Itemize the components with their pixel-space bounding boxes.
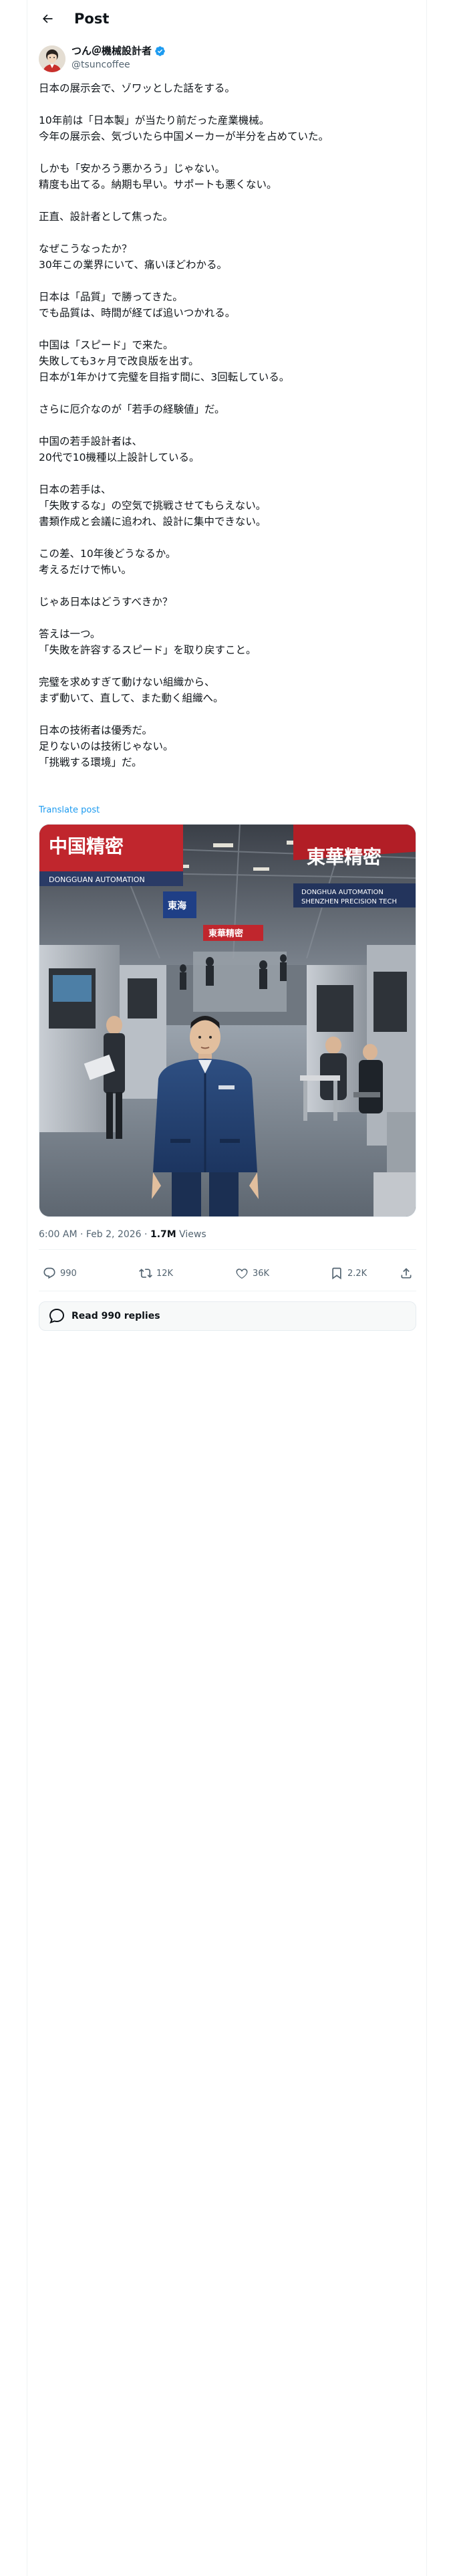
- post-paragraph: 完璧を求めすぎて動けない組織から、 まず動いて、直して、また動く組織へ。: [39, 674, 416, 706]
- post-line: この差、10年後どうなるか。: [39, 548, 176, 560]
- post-line: 日本が1年かけて完璧を目指す間に、3回転している。: [39, 371, 290, 383]
- timeline-column: Post つん＠機械設計者 @tsuncoffee 日本の展示会で、ゾワッとした…: [27, 0, 427, 2576]
- post-line: でも品質は、時間が経てば追いつかれる。: [39, 307, 236, 319]
- read-replies-button[interactable]: Read 990 replies: [39, 1301, 416, 1331]
- bookmark-icon: [332, 1267, 341, 1280]
- post-header: Post: [27, 0, 426, 37]
- post-paragraph: 日本は「品質」で勝ってきた。でも品質は、時間が経てば追いつかれる。: [39, 289, 416, 321]
- post-paragraph: 日本の展示会で、ゾワッとした話をする。: [39, 80, 416, 96]
- banner-center: 東華精密: [208, 928, 243, 939]
- bookmark-button[interactable]: 2.2K: [330, 1257, 367, 1289]
- views-label: Views: [179, 1229, 206, 1240]
- post-line: 完璧を求めすぎて動けない組織から、: [39, 676, 215, 688]
- post-photo[interactable]: 中国精密 DONGGUAN AUTOMATION 東華精密 DONGHUA AU…: [39, 824, 416, 1217]
- read-replies-label: Read 990 replies: [71, 1311, 160, 1321]
- author-name-text[interactable]: つん＠機械設計者: [71, 44, 152, 58]
- post-paragraph: さらに厄介なのが「若手の経験値」だ。: [39, 401, 416, 417]
- banner-left-subtitle: DONGGUAN AUTOMATION: [49, 875, 145, 884]
- speech-bubble-icon: [49, 1308, 65, 1324]
- post-line: 「失敗するな」の空気で挑戦させてもらえない。: [39, 500, 267, 512]
- post-line: じゃあ日本はどうすべきか？: [39, 596, 173, 608]
- reply-count: 990: [60, 1268, 77, 1279]
- repost-icon: [139, 1269, 152, 1278]
- post-line: 「挑戦する環境」だ。: [39, 756, 142, 768]
- page-title: Post: [74, 11, 110, 27]
- meta-separator: ·: [144, 1229, 150, 1240]
- post-paragraph: なぜこうなったか？ 30年この業界にいて、痛いほどわかる。: [39, 241, 416, 273]
- post-line: 足りないのは技術じゃない。: [39, 740, 174, 752]
- post-paragraph: 中国の若手設計者は、 20代で10機種以上設計している。: [39, 433, 416, 465]
- post-text: 日本の展示会で、ゾワッとした話をする。 10年前は「日本製」が当たり前だった産業機…: [39, 80, 416, 786]
- verified-badge-icon: [155, 45, 165, 56]
- post-paragraph: この差、10年後どうなるか。 考えるだけで怖い。: [39, 546, 416, 578]
- post-line: まず動いて、直して、また動く組織へ。: [39, 692, 224, 704]
- post-line: さらに厄介なのが「若手の経験値」だ。: [39, 403, 225, 415]
- post-line: 正直、設計者として焦った。: [39, 211, 174, 223]
- avatar[interactable]: [39, 45, 65, 72]
- post-meta: 6:00 AM · Feb 2, 2026 · 1.7M Views: [39, 1228, 206, 1241]
- divider: [39, 1249, 416, 1250]
- post-paragraph: 10年前は「日本製」が当たり前だった産業機械。今年の展示会、気づいたら中国メーカ…: [39, 112, 416, 144]
- banner-right-subtitle: DONGHUA AUTOMATION: [301, 889, 384, 896]
- post-line: 日本の技術者は優秀だ。: [39, 724, 153, 736]
- post-line: 10年前は「日本製」が当たり前だった産業機械。: [39, 114, 270, 126]
- post-line: 精度も出てる。納期も早い。サポートも悪くない。: [39, 179, 277, 191]
- post-line: 日本の若手は、: [39, 484, 112, 496]
- reply-icon: [43, 1267, 55, 1279]
- author-handle[interactable]: @tsuncoffee: [71, 58, 130, 72]
- views-count: 1.7M: [150, 1229, 176, 1240]
- banner-blue: 東海: [168, 900, 186, 911]
- heart-icon: [236, 1269, 248, 1279]
- repost-button[interactable]: 12K: [139, 1257, 173, 1289]
- post-paragraph: しかも「安かろう悪かろう」じゃない。精度も出てる。納期も早い。サポートも悪くない…: [39, 160, 416, 193]
- post-line: 今年の展示会、気づいたら中国メーカーが半分を占めていた。: [39, 130, 329, 142]
- post-line: 中国は「スピード」で来た。: [39, 339, 174, 351]
- post-paragraph: 正直、設計者として焦った。: [39, 209, 416, 225]
- action-bar: 990 12K 36K 2.2K: [39, 1257, 416, 1289]
- meta-separator: ·: [80, 1229, 86, 1240]
- reply-button[interactable]: 990: [43, 1257, 77, 1289]
- post-paragraph: 答えは一つ。「失敗を許容するスピード」を取り戻すこと。: [39, 626, 416, 658]
- post-line: しかも「安かろう悪かろう」じゃない。: [39, 163, 226, 175]
- post-paragraph: 日本の技術者は優秀だ。足りないのは技術じゃない。 「挑戦する環境」だ。: [39, 722, 416, 770]
- arrow-left-icon: [43, 14, 53, 23]
- post-line: 30年この業界にいて、痛いほどわかる。: [39, 259, 227, 271]
- post-paragraph: 中国は「スピード」で来た。失敗しても3ヶ月で改良版を出す。日本が1年かけて完璧を…: [39, 337, 416, 385]
- banner-right-title: 東華精密: [307, 846, 382, 868]
- back-button[interactable]: [37, 8, 58, 29]
- bookmark-count: 2.2K: [347, 1268, 367, 1279]
- repost-count: 12K: [156, 1268, 174, 1279]
- like-button[interactable]: 36K: [235, 1257, 269, 1289]
- translate-post-link[interactable]: Translate post: [39, 804, 100, 817]
- post-line: なぜこうなったか？: [39, 243, 132, 255]
- post-line: 書類作成と会議に追われ、設計に集中できない。: [39, 516, 267, 528]
- share-icon: [401, 1268, 412, 1279]
- post-line: 中国の若手設計者は、: [39, 435, 143, 447]
- author-name[interactable]: つん＠機械設計者: [71, 44, 166, 58]
- post-paragraph: じゃあ日本はどうすべきか？: [39, 594, 416, 610]
- post-paragraph: 日本の若手は、「失敗するな」の空気で挑戦させてもらえない。 書類作成と会議に追われ…: [39, 481, 416, 530]
- banner-right-subtitle-2: SHENZHEN PRECISION TECH: [301, 898, 397, 905]
- share-button[interactable]: [400, 1257, 417, 1289]
- post-line: 「失敗を許容するスピード」を取り戻すこと。: [39, 644, 257, 656]
- post-line: 日本は「品質」で勝ってきた。: [39, 291, 183, 303]
- post-line: 20代で10機種以上設計している。: [39, 451, 200, 463]
- post-time[interactable]: 6:00 AM: [39, 1229, 78, 1240]
- like-count: 36K: [253, 1268, 270, 1279]
- post-line: 考えるだけで怖い。: [39, 564, 132, 576]
- post-line: 日本の展示会で、ゾワッとした話をする。: [39, 82, 235, 94]
- post-line: 答えは一つ。: [39, 628, 101, 640]
- post-date[interactable]: Feb 2, 2026: [86, 1229, 142, 1240]
- banner-left-title: 中国精密: [49, 835, 124, 857]
- post-line: 失敗しても3ヶ月で改良版を出す。: [39, 355, 199, 367]
